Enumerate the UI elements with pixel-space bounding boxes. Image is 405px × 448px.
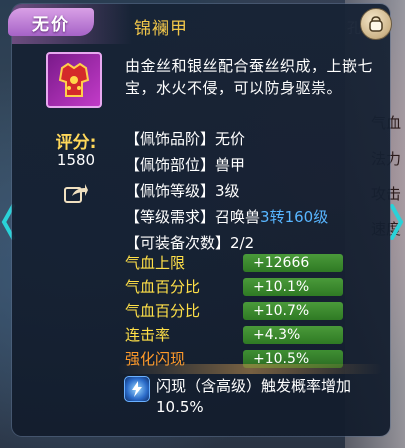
- attribute-label: 【佩饰等级】: [125, 182, 216, 200]
- stat-label: 气血百分比: [125, 278, 201, 296]
- divider: [118, 364, 382, 374]
- score-label: 评分:: [55, 133, 97, 153]
- stat-value: +12666: [243, 254, 343, 272]
- skill-effect-text: 闪现（含高级）触发概率增加10.5%: [156, 377, 352, 416]
- stat-row: 气血百分比 +10.1%: [125, 277, 387, 297]
- share-icon[interactable]: [60, 180, 92, 206]
- bag-icon[interactable]: [360, 8, 392, 40]
- attribute-row: 【可装备次数】2/2: [125, 232, 254, 254]
- attribute-value: 兽甲: [215, 156, 246, 174]
- attribute-label: 【可装备次数】: [125, 234, 231, 252]
- stat-label: 气血上限: [125, 254, 186, 272]
- stat-row: 气血百分比 +10.7%: [125, 301, 387, 321]
- stat-label: 连击率: [125, 326, 171, 344]
- stat-value: +4.3%: [243, 326, 343, 344]
- stat-row: 连击率 +4.3%: [125, 325, 387, 345]
- armor-icon: [46, 52, 102, 108]
- attribute-value: 3级: [215, 182, 240, 200]
- stat-label: 气血百分比: [125, 302, 201, 320]
- level-requirement-highlight: 3转160级: [260, 208, 329, 226]
- score-value: 1580: [56, 151, 96, 169]
- attribute-row: 【佩饰品阶】无价: [125, 128, 245, 150]
- lightning-skill-icon: [124, 376, 150, 402]
- rarity-badge: 无价: [8, 8, 94, 36]
- attribute-row: 【等级需求】召唤兽3转160级: [125, 206, 328, 228]
- item-name: 锦襕甲: [134, 19, 188, 39]
- stat-row: 气血上限 +12666: [125, 253, 387, 273]
- attribute-label: 【佩饰部位】: [125, 156, 216, 174]
- attribute-value: 无价: [215, 130, 246, 148]
- stat-value: +10.7%: [243, 302, 343, 320]
- attribute-label: 【等级需求】: [125, 208, 216, 226]
- attribute-label: 【佩饰品阶】: [125, 130, 216, 148]
- attribute-row: 【佩饰部位】兽甲: [125, 154, 245, 176]
- attribute-value: 2/2: [230, 234, 255, 252]
- stat-value: +10.1%: [243, 278, 343, 296]
- item-description: 由金丝和银丝配合蚕丝织成，上嵌七宝，水火不侵，可以防身驱祟。: [125, 57, 374, 97]
- attribute-row: 【佩饰等级】3级: [125, 180, 240, 202]
- chevron-right-icon[interactable]: [389, 202, 405, 242]
- attribute-value: 召唤兽: [215, 208, 261, 226]
